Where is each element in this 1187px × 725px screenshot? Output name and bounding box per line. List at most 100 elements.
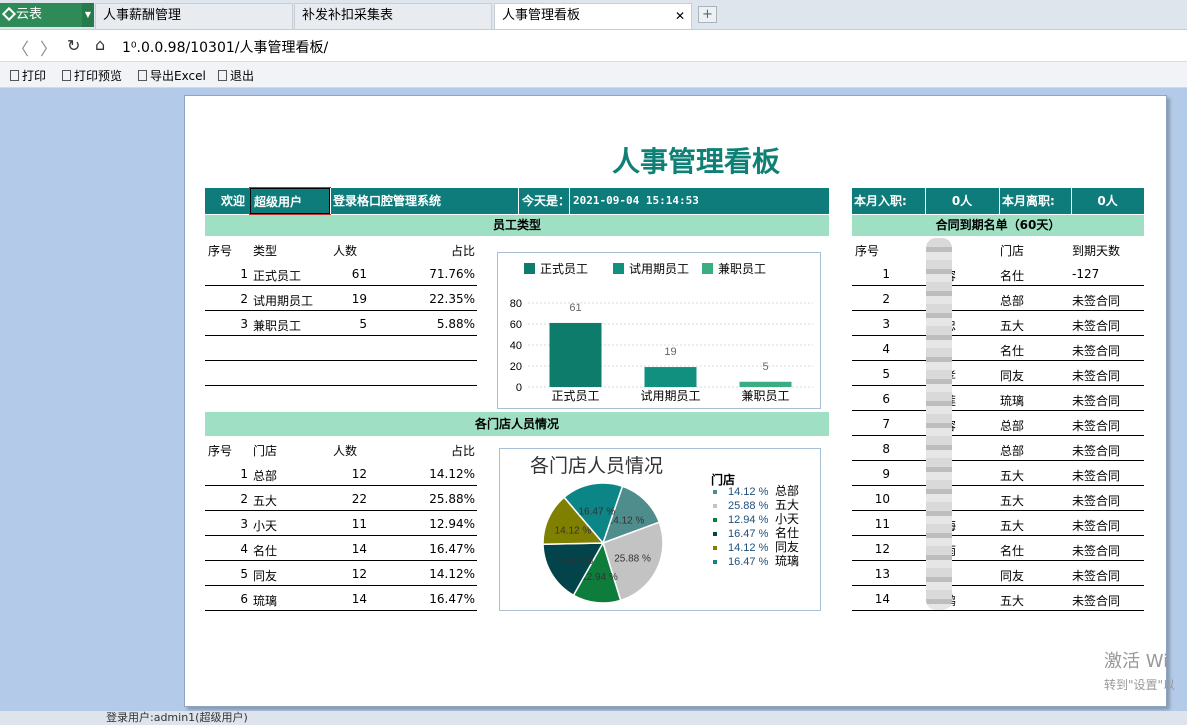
address-bar[interactable]: 1⁰.0.0.98/10301/人事管理看板/ xyxy=(122,37,328,57)
preview-label: 打印预览 xyxy=(74,69,123,83)
table-cell: 12.94% xyxy=(429,517,475,531)
bar xyxy=(549,322,602,387)
column-header: 门店 xyxy=(253,444,278,458)
table-cell: 14 xyxy=(351,542,367,556)
chevron-down-icon[interactable]: ▼ xyxy=(82,3,94,27)
tab-hr-dashboard[interactable]: 人事管理看板 ✕ xyxy=(494,3,692,29)
y-tick-label: 60 xyxy=(510,319,522,331)
table-cell: 五大 xyxy=(1000,469,1025,483)
leave-label: 本月离职: xyxy=(1002,194,1055,208)
table-cell: 12 xyxy=(874,542,890,556)
column-header: 人数 xyxy=(333,444,358,458)
export-excel-button[interactable]: 导出Excel xyxy=(138,67,206,84)
table-cell: 14.12% xyxy=(429,567,475,581)
new-tab-button[interactable]: + xyxy=(698,6,717,23)
table-cell: 4 xyxy=(240,542,248,556)
bar-value-label: 61 xyxy=(569,302,581,314)
column-header: 类型 xyxy=(253,244,278,258)
legend-percent: 16.47 % xyxy=(728,556,769,568)
table-cell: 7 xyxy=(882,417,890,431)
table-cell: 未签合同 xyxy=(1072,419,1121,433)
divider xyxy=(518,188,519,214)
table-cell: 2 xyxy=(240,292,248,306)
table-cell: 试用期员工 xyxy=(253,294,314,308)
row-divider xyxy=(852,560,1144,561)
row-divider xyxy=(205,510,477,511)
tab-label: 补发补扣采集表 xyxy=(302,8,394,23)
table-cell: 4 xyxy=(882,342,890,356)
row-divider xyxy=(852,510,1144,511)
export-label: 导出Excel xyxy=(150,69,206,83)
table-cell: 13 xyxy=(874,567,890,581)
table-cell: 16.47% xyxy=(429,592,475,606)
column-header: 到期天数 xyxy=(1072,244,1121,258)
toolbar: 打印 打印预览 导出Excel 退出 xyxy=(0,62,1187,88)
table-cell: 25.88% xyxy=(429,492,475,506)
nav-bar: 〈 〉 ↻ ⌂ 1⁰.0.0.98/10301/人事管理看板/ xyxy=(0,30,1187,62)
table-cell: 未签合同 xyxy=(1072,369,1121,383)
row-divider xyxy=(852,460,1144,461)
leave-value: 0人 xyxy=(1097,194,1118,208)
table-cell: 19 xyxy=(351,292,367,306)
row-divider xyxy=(205,360,477,361)
user-name[interactable]: 超级用户 xyxy=(249,187,331,215)
table-cell: 8 xyxy=(882,442,890,456)
legend-percent: 25.88 % xyxy=(728,500,769,512)
app-name: 云表 xyxy=(16,7,43,22)
legend-percent: 14.12 % xyxy=(728,486,769,498)
back-icon[interactable]: 〈 xyxy=(12,35,29,60)
row-divider xyxy=(852,435,1144,436)
row-divider xyxy=(205,285,477,286)
print-button[interactable]: 打印 xyxy=(10,67,46,84)
tab-salary[interactable]: 人事薪酬管理 xyxy=(95,3,293,29)
redacted-names xyxy=(926,238,952,610)
print-preview-button[interactable]: 打印预览 xyxy=(62,67,122,84)
table-cell: 1 xyxy=(240,267,248,281)
table-cell: 未签合同 xyxy=(1072,444,1121,458)
y-tick-label: 20 xyxy=(510,361,522,373)
system-name: 登录格口腔管理系统 xyxy=(333,194,442,208)
row-divider xyxy=(852,285,1144,286)
table-cell: 71.76% xyxy=(429,267,475,281)
tab-supplement[interactable]: 补发补扣采集表 xyxy=(294,3,492,29)
table-cell: 14 xyxy=(874,592,890,606)
table-cell: 名仕 xyxy=(253,544,278,558)
table-cell: 6 xyxy=(882,392,890,406)
pie-chart-svg: 各门店人员情况 14.12 % 25.88 % 12.94 % 16.47 % 14.12… xyxy=(530,455,799,604)
table-cell: 12 xyxy=(351,567,367,581)
bar-value-label: 5 xyxy=(762,361,768,373)
table-cell: 22 xyxy=(351,492,367,506)
table-cell: 未签合同 xyxy=(1072,469,1121,483)
table-cell: 6 xyxy=(240,592,248,606)
welcome-bar: 欢迎 超级用户 登录格口腔管理系统 今天是： 2021-09-04 15:14:… xyxy=(205,187,829,215)
legend-label: 正式员工 xyxy=(540,262,588,276)
welcome-label: 欢迎 xyxy=(221,194,246,208)
row-divider xyxy=(852,485,1144,486)
legend-swatch xyxy=(713,504,717,508)
row-divider xyxy=(852,385,1144,386)
row-divider xyxy=(852,335,1144,336)
bar xyxy=(739,381,792,387)
exit-button[interactable]: 退出 xyxy=(218,67,254,84)
close-icon[interactable]: ✕ xyxy=(675,4,685,28)
activation-watermark: 激活 Wi xyxy=(1104,651,1169,672)
table-cell: 11 xyxy=(874,517,890,531)
table-cell: 名仕 xyxy=(1000,269,1025,283)
table-cell: 14.12% xyxy=(429,467,475,481)
app-logo-button[interactable]: 云表 xyxy=(0,3,82,27)
table-cell: 9 xyxy=(882,467,890,481)
tab-label: 人事薪酬管理 xyxy=(103,8,182,23)
x-tick-label: 试用期员工 xyxy=(640,388,700,403)
join-label: 本月入职: xyxy=(854,194,907,208)
legend-swatch xyxy=(713,560,717,564)
row-divider xyxy=(205,385,477,386)
home-icon[interactable]: ⌂ xyxy=(95,35,105,54)
table-cell: 同友 xyxy=(1000,369,1025,383)
forward-icon[interactable]: 〉 xyxy=(40,35,57,60)
legend-swatch xyxy=(524,263,535,274)
table-cell: 五大 xyxy=(1000,494,1025,508)
table-cell: 12 xyxy=(351,467,367,481)
row-divider xyxy=(852,610,1144,611)
table-cell: 5 xyxy=(240,567,248,581)
refresh-icon[interactable]: ↻ xyxy=(67,36,80,55)
